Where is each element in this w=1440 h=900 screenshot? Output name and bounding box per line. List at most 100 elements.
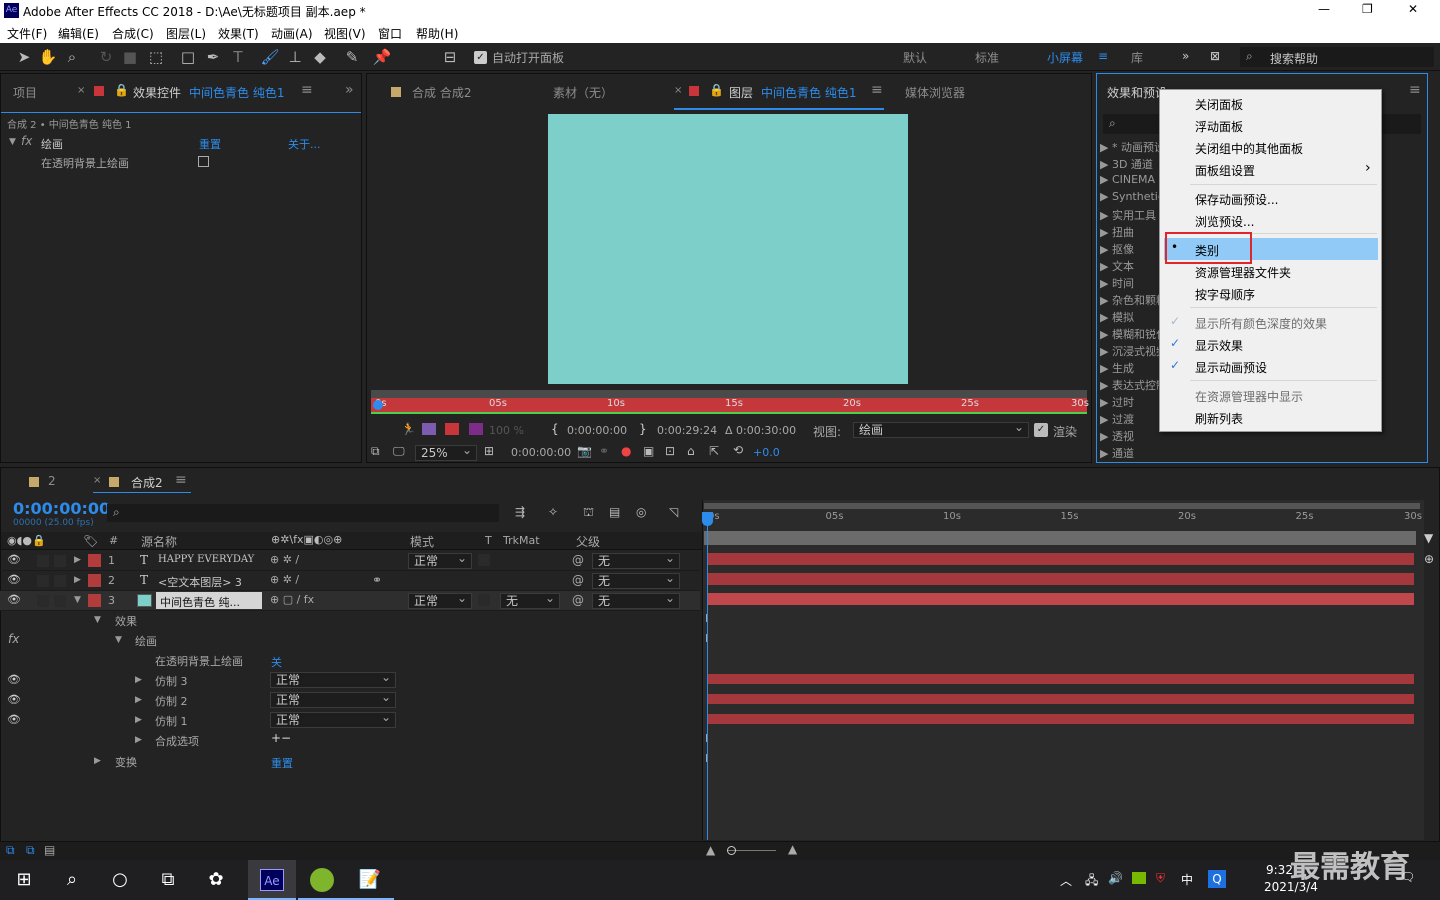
nvidia-icon[interactable] [1132, 872, 1146, 884]
menu-view[interactable]: 视图(V) [324, 25, 366, 42]
after-effects-taskbar-icon[interactable]: Ae [248, 860, 296, 900]
layer-switches-icon[interactable]: ⊕ ✲ / [270, 553, 299, 566]
effects-category-item[interactable]: ▶ 模糊和锐化 [1100, 326, 1167, 342]
always-preview-icon[interactable]: ⧉ [371, 444, 380, 459]
clock-time[interactable]: 9:32 [1266, 863, 1293, 877]
layer-name[interactable]: 中间色青色 纯... [160, 594, 240, 610]
workspace-standard[interactable]: 标准 [975, 49, 999, 66]
time-navigator[interactable] [704, 503, 1420, 509]
effects-category-item[interactable]: ▶ 沉浸式视频 [1100, 343, 1167, 359]
work-area-strip[interactable] [704, 531, 1416, 545]
menu-show-all-bit-depth[interactable]: 显示所有颜色深度的效果 [1195, 315, 1327, 332]
graph-editor-icon[interactable]: ◹ [669, 505, 678, 519]
monitor-icon[interactable]: 🖵 [393, 444, 405, 459]
transform-reset-link[interactable]: 重置 [271, 755, 293, 771]
task-view-icon[interactable]: ⧉ [144, 860, 192, 900]
visibility-eye-icon[interactable]: 👁 [7, 713, 21, 726]
menu-file[interactable]: 文件(F) [7, 25, 47, 42]
effects-category-item[interactable]: ▶ 过渡 [1100, 411, 1134, 427]
pen-tool-icon[interactable]: ✒ [203, 47, 223, 67]
clone-3-blend-dropdown[interactable]: 正常 [270, 670, 396, 688]
effects-category-item[interactable]: ▶ 时间 [1100, 275, 1134, 291]
expand-arrow-icon[interactable]: ▶ [74, 575, 81, 585]
clone-3-duration-bar[interactable] [708, 674, 1414, 684]
effects-category-item[interactable]: ▶ Synthetic [1100, 190, 1164, 203]
shy-layers-icon[interactable]: ⛫ [583, 505, 594, 521]
menu-edit[interactable]: 编辑(E) [58, 25, 99, 42]
layer-2-duration-bar[interactable] [708, 573, 1414, 585]
close-button[interactable]: ✕ [1408, 2, 1418, 16]
tab-timeline-comp[interactable]: 合成2 [131, 474, 163, 491]
app-notepad-icon[interactable]: 📝 [346, 860, 394, 900]
rectangle-tool-icon[interactable]: □ [178, 47, 198, 67]
effect-expand-arrow[interactable]: ▼ [9, 137, 16, 147]
layer-label-color[interactable] [88, 554, 101, 567]
tab-layer-prefix[interactable]: 图层 [729, 84, 753, 101]
qq-tray-icon[interactable]: Q [1208, 870, 1226, 888]
layer-playhead[interactable] [373, 400, 383, 410]
close-comp-tab-icon[interactable]: × [93, 475, 101, 486]
hand-tool-icon[interactable]: ✋ [38, 47, 58, 67]
layer-switches-icon[interactable]: ⊕ ▢ / fx [270, 593, 314, 606]
fast-preview-icon[interactable]: ⇱ [709, 444, 719, 458]
set-out-icon[interactable]: } [639, 422, 647, 436]
modes-toggle-icon[interactable]: ⧉ [26, 843, 35, 858]
menu-show-animation-presets[interactable]: 显示动画预设 [1195, 359, 1267, 376]
clone-2-expand-arrow[interactable]: ▶ [135, 695, 142, 705]
zoom-in-icon[interactable]: ▲ [788, 842, 797, 856]
visibility-eye-icon[interactable]: 👁 [7, 573, 21, 586]
tab-effect-controls[interactable]: 效果控件 [133, 84, 181, 101]
rotate-tool-icon[interactable]: ↻ [96, 47, 116, 67]
lock-switch[interactable] [54, 595, 66, 607]
menu-close-other-panels[interactable]: 关闭组中的其他面板 [1195, 140, 1303, 157]
effects-category-item[interactable]: ▶ 过时 [1100, 394, 1134, 410]
menu-close-panel[interactable]: 关闭面板 [1195, 96, 1243, 113]
viewer-menu-icon[interactable]: ≡ [871, 82, 883, 98]
tab-composition[interactable]: 合成 合成2 [412, 84, 471, 101]
clone-1-expand-arrow[interactable]: ▶ [135, 715, 142, 725]
resolution-icon[interactable]: ⊞ [484, 444, 494, 458]
channel-icon[interactable]: ● [621, 444, 631, 458]
exposure-value[interactable]: +0.0 [753, 446, 780, 459]
security-shield-icon[interactable]: ⛨ [1156, 871, 1165, 886]
lock-icon[interactable]: 🔒 [114, 83, 129, 97]
workspace-menu-icon[interactable]: ≡ [1098, 49, 1108, 63]
draft-3d-icon[interactable]: ✧ [548, 505, 558, 519]
clone-1-blend-dropdown[interactable]: 正常 [270, 710, 396, 728]
layer-name[interactable]: HAPPY EVERYDAY [158, 554, 254, 565]
comp-options-expand-arrow[interactable]: ▶ [135, 735, 142, 745]
volume-icon[interactable]: 🔊 [1108, 871, 1123, 885]
app-pinwheel-icon[interactable]: ✿ [192, 860, 240, 900]
auto-open-checkbox[interactable]: ✓ [474, 51, 487, 64]
menu-composition[interactable]: 合成(C) [112, 25, 154, 42]
tab-footage[interactable]: 素材（无） [553, 84, 613, 101]
clone-2-blend-dropdown[interactable]: 正常 [270, 690, 396, 708]
keyframe-marker-icon[interactable]: I [705, 632, 711, 645]
keyframe-marker-icon[interactable]: I [705, 732, 711, 745]
tab-media-browser[interactable]: 媒体浏览器 [905, 84, 965, 101]
tab-layer-name[interactable]: 中间色青色 纯色1 [761, 84, 856, 101]
layer-row-3[interactable]: 👁 ▼ 3 中间色青色 纯... ⊕ ▢ / fx 正常 无 @ 无 [0, 591, 700, 611]
solid-layer-preview[interactable] [548, 114, 908, 384]
menu-effect[interactable]: 效果(T) [218, 25, 259, 42]
view-dropdown[interactable]: 绘画 [853, 420, 1029, 438]
menu-categories[interactable]: 类别 [1195, 242, 1219, 259]
show-snapshot-icon[interactable]: ⚭ [599, 444, 609, 458]
transparency-grid-icon[interactable]: ⊡ [665, 444, 675, 458]
workspace-default[interactable]: 默认 [903, 49, 927, 66]
expand-panel-icon[interactable]: » [345, 82, 354, 98]
effects-category-item[interactable]: ▶ * 动画预设 [1100, 139, 1165, 155]
parent-dropdown[interactable]: 无 [592, 571, 680, 589]
effects-category-item[interactable]: ▶ 3D 通道 [1100, 156, 1153, 172]
menu-browse-presets[interactable]: 浏览预设... [1195, 213, 1254, 230]
effects-category-item[interactable]: ▶ 生成 [1100, 360, 1134, 376]
menu-layer[interactable]: 图层(L) [166, 25, 206, 42]
zoom-slider-handle[interactable] [727, 846, 736, 855]
current-time[interactable]: 0:00:00:00 [511, 446, 571, 459]
eraser-tool-icon[interactable]: ◆ [310, 47, 330, 67]
more-workspaces-icon[interactable]: » [1182, 49, 1189, 63]
toggle-panel-icon[interactable]: ⊟ [440, 47, 460, 67]
puppet-tool-icon[interactable]: 📌 [372, 47, 392, 67]
keyframe-marker-icon[interactable]: I [705, 612, 711, 625]
effects-category-item[interactable]: ▶ 透视 [1100, 428, 1134, 444]
